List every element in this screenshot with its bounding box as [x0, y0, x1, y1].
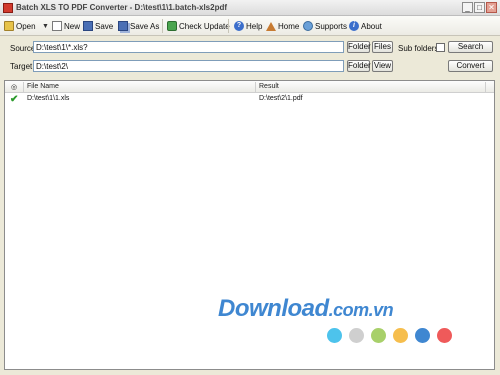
watermark-dot	[349, 328, 364, 343]
home-button[interactable]: Home	[266, 19, 299, 33]
help-button[interactable]: ? Help	[234, 19, 262, 33]
app-icon	[3, 3, 13, 13]
save-icon	[83, 21, 93, 31]
folder-open-icon	[4, 21, 14, 31]
watermark-dot	[393, 328, 408, 343]
subfolders-checkbox[interactable]	[436, 43, 445, 52]
save-label: Save	[95, 21, 114, 31]
table-row[interactable]: ✔ D:\test\1\1.xls D:\test\2\1.pdf	[5, 94, 494, 106]
new-label: New	[64, 21, 81, 31]
source-label: Source	[10, 44, 36, 53]
minimize-button[interactable]: _	[462, 2, 473, 13]
toolbar-separator	[228, 19, 229, 33]
watermark-text: Download	[218, 295, 329, 322]
title-bar: Batch XLS TO PDF Converter - D:\test\1\1…	[0, 0, 500, 16]
watermark-dot	[415, 328, 430, 343]
update-icon	[167, 21, 177, 31]
maximize-button[interactable]: □	[474, 2, 485, 13]
file-list[interactable]: ◎ File Name Result ✔ D:\test\1\1.xls D:\…	[4, 80, 495, 370]
target-path-input[interactable]: D:\test\2\	[33, 60, 344, 72]
list-header: ◎ File Name Result	[5, 81, 494, 93]
column-divider	[485, 82, 486, 92]
search-button[interactable]: Search	[448, 41, 493, 53]
check-update-label: Check Update	[179, 21, 230, 31]
save-as-icon	[118, 21, 128, 31]
success-check-icon: ✔	[10, 94, 19, 105]
target-label: Target	[10, 62, 33, 71]
row-result: D:\test\2\1.pdf	[259, 95, 303, 102]
watermark-dot	[327, 328, 342, 343]
close-button[interactable]: ✕	[486, 2, 497, 13]
help-label: Help	[246, 21, 263, 31]
watermark-domain: .com.vn	[328, 300, 394, 320]
save-as-label: Save As	[130, 21, 160, 31]
supports-icon	[303, 21, 313, 31]
toolbar: Open ▼ New Save Save As Check Update ? H…	[0, 16, 500, 36]
source-files-button[interactable]: Files	[372, 41, 393, 53]
source-folder-button[interactable]: Folder	[347, 41, 371, 53]
help-icon: ?	[234, 21, 244, 31]
target-folder-button[interactable]: Folder	[347, 60, 371, 72]
toolbar-separator	[162, 19, 163, 33]
subfolders-label: Sub folders	[398, 44, 439, 53]
watermark-logo: Download.com.vn	[218, 295, 394, 323]
chevron-down-icon[interactable]: ▼	[42, 19, 49, 33]
supports-label: Supports	[315, 21, 348, 31]
supports-button[interactable]: Supports	[303, 19, 347, 33]
column-header-result[interactable]: Result	[259, 83, 279, 90]
target-view-button[interactable]: View	[372, 60, 393, 72]
column-divider	[255, 82, 256, 92]
open-label: Open	[16, 21, 36, 31]
new-file-icon	[52, 21, 62, 31]
column-header-file-name[interactable]: File Name	[27, 83, 59, 90]
home-icon	[266, 21, 276, 31]
about-icon: i	[349, 21, 359, 31]
watermark-dot	[371, 328, 386, 343]
open-button[interactable]: Open	[4, 19, 36, 33]
column-divider	[23, 82, 24, 92]
about-button[interactable]: i About	[349, 19, 382, 33]
row-file-name: D:\test\1\1.xls	[27, 95, 70, 102]
save-button[interactable]: Save	[83, 19, 113, 33]
about-label: About	[361, 21, 382, 31]
convert-button[interactable]: Convert	[448, 60, 493, 72]
new-button[interactable]: New	[52, 19, 80, 33]
source-path-input[interactable]: D:\test\1\*.xls?	[33, 41, 344, 53]
status-column-icon: ◎	[11, 84, 18, 91]
watermark-dot	[437, 328, 452, 343]
home-label: Home	[278, 21, 300, 31]
save-as-button[interactable]: Save As	[118, 19, 159, 33]
window-title: Batch XLS TO PDF Converter - D:\test\1\1…	[16, 3, 228, 12]
check-update-button[interactable]: Check Update	[167, 19, 230, 33]
